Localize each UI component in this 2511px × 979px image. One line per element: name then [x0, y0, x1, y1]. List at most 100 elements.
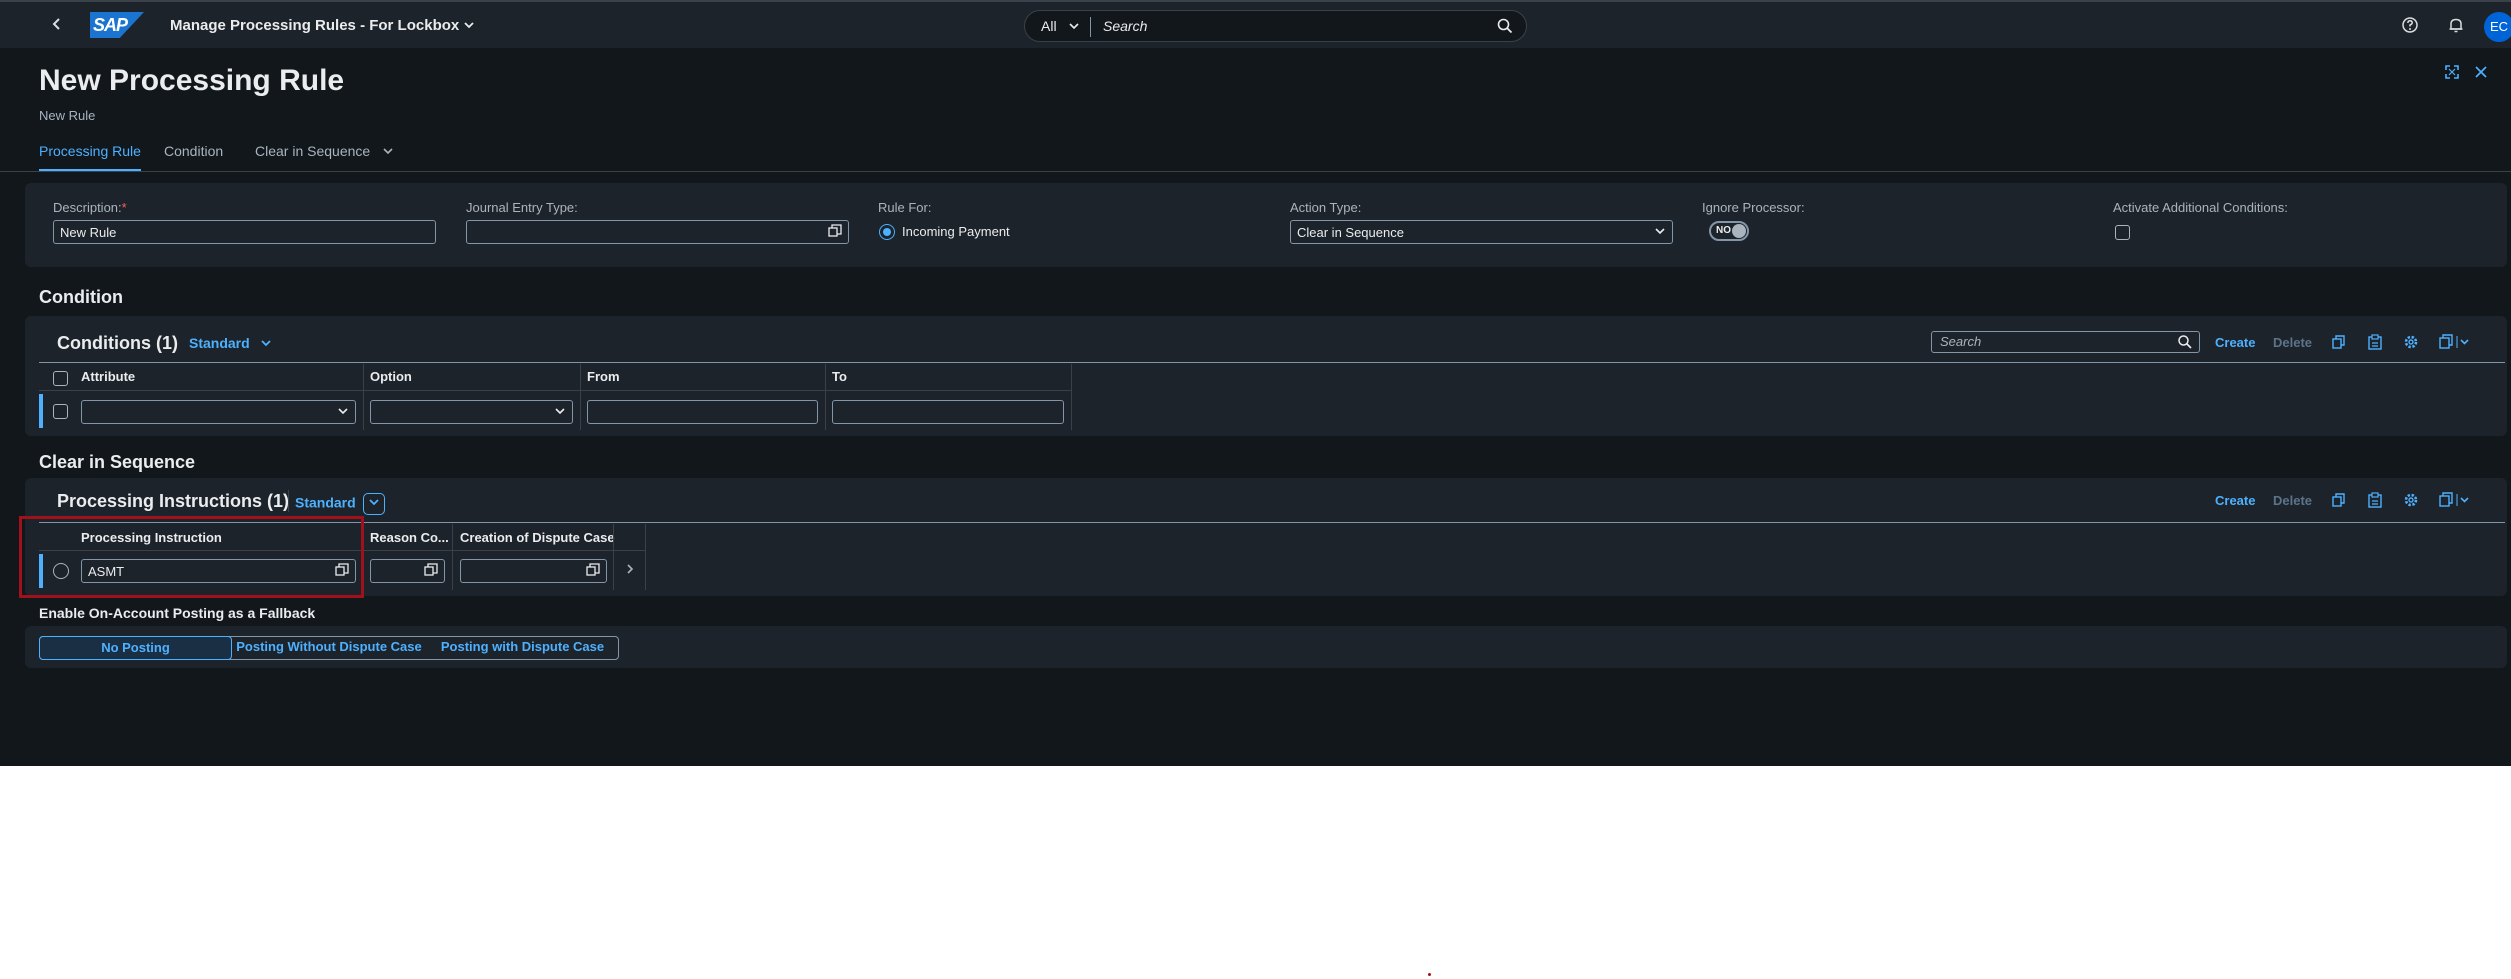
column-header-option[interactable]: Option: [370, 369, 412, 384]
tab-clear-in-sequence[interactable]: Clear in Sequence: [255, 143, 394, 171]
no-posting-button[interactable]: No Posting: [39, 636, 232, 660]
app-title-menu[interactable]: Manage Processing Rules - For Lockbox: [170, 17, 475, 34]
create-button[interactable]: Create: [2215, 493, 2255, 508]
select-all-checkbox[interactable]: [53, 371, 68, 386]
divider: [613, 524, 614, 590]
divider: [39, 362, 2505, 363]
tab-label: Clear in Sequence: [255, 143, 371, 159]
action-type-label: Action Type:: [1290, 200, 1362, 215]
posting-with-dispute-button[interactable]: Posting with Dispute Case: [426, 636, 619, 660]
export-icon[interactable]: [2439, 492, 2469, 513]
switch-text: NO: [1716, 225, 1731, 236]
fullscreen-icon[interactable]: [2444, 64, 2460, 85]
from-field[interactable]: [587, 400, 818, 424]
column-header-dispute-case[interactable]: Creation of Dispute Case: [460, 530, 615, 545]
ignore-processor-switch[interactable]: NO: [1709, 221, 1749, 241]
chevron-down-icon: [463, 17, 475, 34]
incoming-payment-radio[interactable]: [879, 224, 895, 240]
processing-instructions-panel: Processing Instructions (1) Standard Cre…: [25, 478, 2507, 596]
divider: [580, 364, 581, 430]
sap-logo[interactable]: SAP: [90, 12, 144, 38]
divider: [825, 364, 826, 430]
back-icon[interactable]: [50, 16, 64, 37]
cursor-dot: [1428, 973, 1431, 976]
value-help-icon[interactable]: [424, 563, 438, 580]
variant-selector[interactable]: Standard: [295, 493, 385, 515]
chevron-down-icon: [383, 148, 393, 155]
chevron-down-icon: [1654, 224, 1666, 241]
value-help-icon[interactable]: [828, 224, 842, 241]
tab-condition[interactable]: Condition: [164, 143, 223, 171]
conditions-table-title: Conditions (1): [57, 333, 178, 353]
tab-processing-rule[interactable]: Processing Rule: [39, 143, 141, 171]
search-icon[interactable]: [1496, 17, 1514, 40]
value-help-icon[interactable]: [586, 563, 600, 580]
incoming-payment-label: Incoming Payment: [902, 224, 1010, 239]
rule-form-panel: Description:* New Rule Journal Entry Typ…: [25, 183, 2507, 267]
user-avatar[interactable]: EC: [2484, 12, 2511, 42]
posting-without-dispute-button[interactable]: Posting Without Dispute Case: [234, 636, 424, 660]
row-checkbox[interactable]: [53, 404, 68, 419]
switch-knob: [1732, 224, 1746, 238]
help-icon[interactable]: [2401, 16, 2419, 39]
app-window: SAP Manage Processing Rules - For Lockbo…: [0, 0, 2511, 766]
copy-icon[interactable]: [2331, 492, 2347, 513]
activate-conditions-checkbox[interactable]: [2115, 225, 2130, 240]
shell-bar: SAP Manage Processing Rules - For Lockbo…: [0, 0, 2511, 48]
table-search-input[interactable]: Search: [1931, 331, 2200, 353]
search-input[interactable]: Search: [1103, 18, 1147, 34]
action-type-select[interactable]: Clear in Sequence: [1290, 220, 1673, 244]
condition-section-title: Condition: [39, 287, 123, 307]
search-icon[interactable]: [2177, 334, 2193, 353]
column-header-attribute[interactable]: Attribute: [81, 369, 135, 384]
export-icon[interactable]: [2439, 334, 2469, 355]
paste-icon[interactable]: [2367, 492, 2383, 513]
description-field[interactable]: New Rule: [53, 220, 436, 244]
variant-label: Standard: [189, 335, 250, 351]
fallback-title: Enable On-Account Posting as a Fallback: [39, 605, 316, 621]
delete-button[interactable]: Delete: [2273, 335, 2312, 350]
column-header-to[interactable]: To: [832, 369, 847, 384]
divider: [0, 171, 2511, 172]
divider: [39, 522, 2505, 523]
journal-entry-type-label: Journal Entry Type:: [466, 200, 578, 215]
ignore-processor-label: Ignore Processor:: [1702, 200, 1805, 215]
reason-code-field[interactable]: [370, 559, 445, 583]
chevron-down-icon: [337, 404, 349, 421]
settings-gear-icon[interactable]: [2403, 334, 2419, 355]
action-type-value: Clear in Sequence: [1297, 225, 1404, 240]
highlight-box: [19, 516, 364, 598]
chevron-down-icon[interactable]: [362, 493, 385, 515]
divider: [39, 390, 1071, 391]
page-subtitle: New Rule: [39, 108, 96, 123]
dispute-case-field[interactable]: [460, 559, 607, 583]
settings-gear-icon[interactable]: [2403, 492, 2419, 513]
option-select[interactable]: [370, 400, 573, 424]
chevron-down-icon: [260, 340, 271, 347]
close-icon[interactable]: [2474, 64, 2488, 85]
description-value: New Rule: [60, 225, 117, 240]
variant-selector[interactable]: Standard: [189, 335, 272, 351]
divider: [645, 524, 646, 590]
global-search[interactable]: All Search: [1024, 10, 1527, 42]
journal-entry-type-field[interactable]: [466, 220, 849, 244]
column-header-reason-code[interactable]: Reason Co...: [370, 530, 449, 545]
app-title: Manage Processing Rules - For Lockbox: [170, 17, 460, 34]
delete-button[interactable]: Delete: [2273, 493, 2312, 508]
search-placeholder: Search: [1940, 334, 1982, 349]
to-field[interactable]: [832, 400, 1064, 424]
attribute-select[interactable]: [81, 400, 356, 424]
column-header-from[interactable]: From: [587, 369, 620, 384]
search-scope-select[interactable]: All: [1041, 18, 1080, 34]
divider: [1071, 364, 1072, 430]
variant-label: Standard: [295, 494, 356, 511]
search-scope-value: All: [1041, 18, 1057, 34]
copy-icon[interactable]: [2331, 334, 2347, 355]
divider: [452, 524, 453, 590]
notifications-bell-icon[interactable]: [2447, 16, 2465, 39]
chevron-down-icon: [1069, 23, 1080, 30]
chevron-right-icon[interactable]: [625, 562, 635, 581]
create-button[interactable]: Create: [2215, 335, 2255, 350]
paste-icon[interactable]: [2367, 334, 2383, 355]
conditions-table-panel: Conditions (1) Standard Search Create De…: [25, 316, 2507, 436]
